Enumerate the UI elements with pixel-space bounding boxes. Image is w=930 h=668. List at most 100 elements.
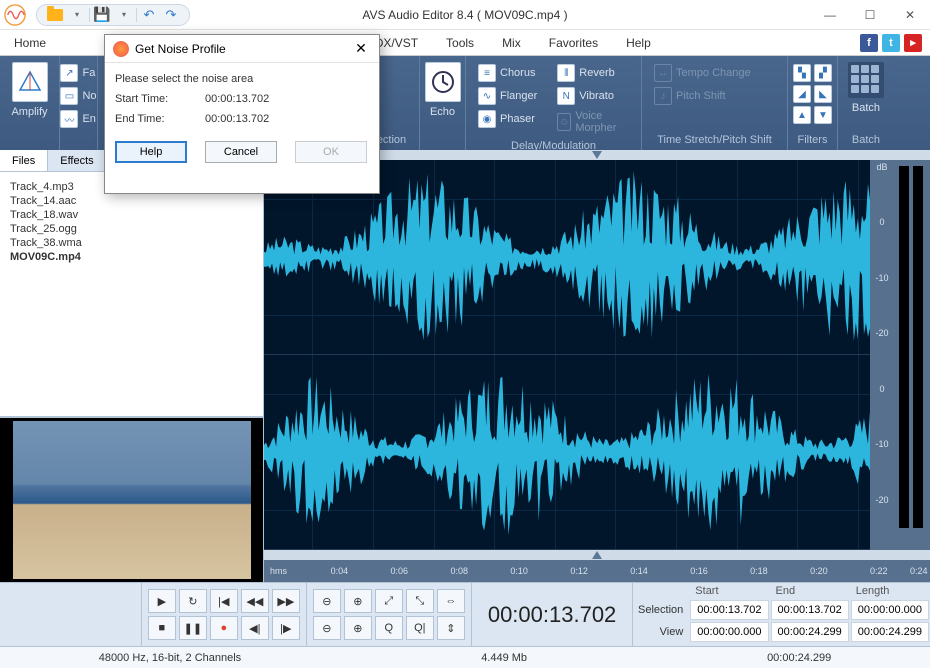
rewind-button[interactable]: ◀◀ [241,589,269,613]
amplify-button[interactable]: Amplify [7,60,51,120]
menu-tools[interactable]: Tools [432,30,488,55]
pitch-shift-button[interactable]: ♪Pitch Shift [654,85,751,107]
cancel-button[interactable]: Cancel [205,141,277,163]
zoom-all-button[interactable]: Q| [406,616,434,640]
zoom-sel-button[interactable]: ⤡ [406,589,434,613]
selection-start[interactable]: 00:00:13.702 [690,600,768,620]
menu-favorites[interactable]: Favorites [535,30,612,55]
envelope-button[interactable]: 〰En [60,108,96,130]
db-mark: -10 [875,273,888,328]
view-start[interactable]: 00:00:00.000 [690,622,768,642]
tempo-change-button[interactable]: ↔Tempo Change [654,62,751,84]
app-icon [0,0,30,30]
phaser-button[interactable]: ◉Phaser [478,108,537,130]
status-size: 4.449 Mb [461,652,547,664]
playback-controls: ▶ ↻ |◀ ◀◀ ▶▶ ■ ❚❚ ● ◀| |▶ [141,583,307,646]
twitter-icon[interactable]: t [882,34,900,52]
save-button[interactable]: 💾 [92,6,112,24]
file-item-current[interactable]: MOV09C.mp4 [10,250,253,264]
next-button[interactable]: |▶ [272,616,300,640]
zoom-in-v-button[interactable]: ⊕ [344,616,372,640]
filters-group-label: Filters [796,132,829,150]
fade-button[interactable]: ↗Fa [60,62,96,84]
chorus-label: Chorus [500,67,535,79]
dialog-titlebar[interactable]: Get Noise Profile ✕ [105,35,379,63]
prev-button[interactable]: ◀| [241,616,269,640]
voice-morpher-button[interactable]: ☺Voice Morpher [557,108,629,136]
dialog-close-button[interactable]: ✕ [351,39,371,59]
youtube-icon[interactable]: ▸ [904,34,922,52]
file-list[interactable]: Track_4.mp3 Track_14.aac Track_18.wav Tr… [0,172,263,416]
chorus-button[interactable]: ≡Chorus [478,62,537,84]
window-controls: — ☐ ✕ [810,0,930,30]
facebook-icon[interactable]: f [860,34,878,52]
start-time-value: 00:00:13.702 [205,93,269,105]
record-button[interactable]: ● [210,616,238,640]
normalize-label: No [82,90,96,102]
filter-icon-4[interactable]: ◣ [814,85,832,103]
filter-icon-2[interactable]: ▞ [814,64,832,82]
file-item[interactable]: Track_25.ogg [10,222,253,236]
qat-dropdown[interactable]: ▾ [67,6,87,24]
start-time-label: Start Time: [115,93,205,105]
zoom-v-fit-button[interactable]: ⇕ [437,616,465,640]
time-display: 00:00:13.702 [472,583,633,646]
open-button[interactable] [45,6,65,24]
redo-button[interactable]: ↷ [161,6,181,24]
end-time-label: End Time: [115,113,205,125]
main-area: Files Effects Track_4.mp3 Track_14.aac T… [0,150,930,582]
play-button[interactable]: ▶ [148,589,176,613]
loop-button[interactable]: ↻ [179,589,207,613]
playhead-marker-top[interactable] [592,151,602,159]
tab-effects[interactable]: Effects [48,150,106,171]
flanger-button[interactable]: ∿Flanger [478,85,537,107]
header-length: Length [850,583,930,599]
filter-icon-1[interactable]: ▚ [793,64,811,82]
file-item[interactable]: Track_38.wma [10,236,253,250]
playhead-marker-bottom[interactable] [592,551,602,559]
qat-dropdown-2[interactable]: ▾ [114,6,134,24]
selection-end[interactable]: 00:00:13.702 [771,600,849,620]
forward-button[interactable]: ▶▶ [272,589,300,613]
pause-button[interactable]: ❚❚ [179,616,207,640]
filter-icon-3[interactable]: ◢ [793,85,811,103]
batch-button[interactable]: Batch [844,60,888,116]
flanger-label: Flanger [500,90,537,102]
ok-button[interactable]: OK [295,141,367,163]
filter-icon-5[interactable]: ▲ [793,106,811,124]
zoom-in-h-button[interactable]: ⊕ [344,589,372,613]
zoom-reset-button[interactable]: Q [375,616,403,640]
time-ruler[interactable]: hms 0:04 0:06 0:08 0:10 0:12 0:14 0:16 0… [264,560,930,582]
zoom-out-v-button[interactable]: ⊖ [313,616,341,640]
maximize-button[interactable]: ☐ [850,0,890,30]
file-item[interactable]: Track_18.wav [10,208,253,222]
timeline-tick: 0:22 [870,566,888,576]
undo-button[interactable]: ↶ [139,6,159,24]
db-mark: 0 [879,384,884,439]
minimize-button[interactable]: — [810,0,850,30]
vibrato-button[interactable]: NVibrato [557,85,629,107]
menu-help[interactable]: Help [612,30,665,55]
view-end[interactable]: 00:00:24.299 [771,622,849,642]
rewind-start-button[interactable]: |◀ [210,589,238,613]
zoom-full-button[interactable]: ⇔ [437,589,465,613]
filter-icon-6[interactable]: ▼ [814,106,832,124]
close-button[interactable]: ✕ [890,0,930,30]
stop-button[interactable]: ■ [148,616,176,640]
normalize-button[interactable]: ▭No [60,85,96,107]
file-item[interactable]: Track_14.aac [10,194,253,208]
help-button[interactable]: Help [115,141,187,163]
menu-home[interactable]: Home [0,30,60,55]
menu-mix[interactable]: Mix [488,30,535,55]
zoom-out-h-button[interactable]: ⊖ [313,589,341,613]
end-time-value: 00:00:13.702 [205,113,269,125]
zoom-fit-button[interactable]: ⤢ [375,589,403,613]
tab-files[interactable]: Files [0,150,48,171]
marker-bar-bottom[interactable] [264,550,930,560]
waveform-channel-right[interactable] [264,355,870,550]
selection-length[interactable]: 00:00:00.000 [851,600,929,620]
fade-label: Fa [82,67,95,79]
echo-button[interactable]: Echo [421,60,465,120]
view-length[interactable]: 00:00:24.299 [851,622,929,642]
reverb-button[interactable]: ⫴Reverb [557,62,629,84]
